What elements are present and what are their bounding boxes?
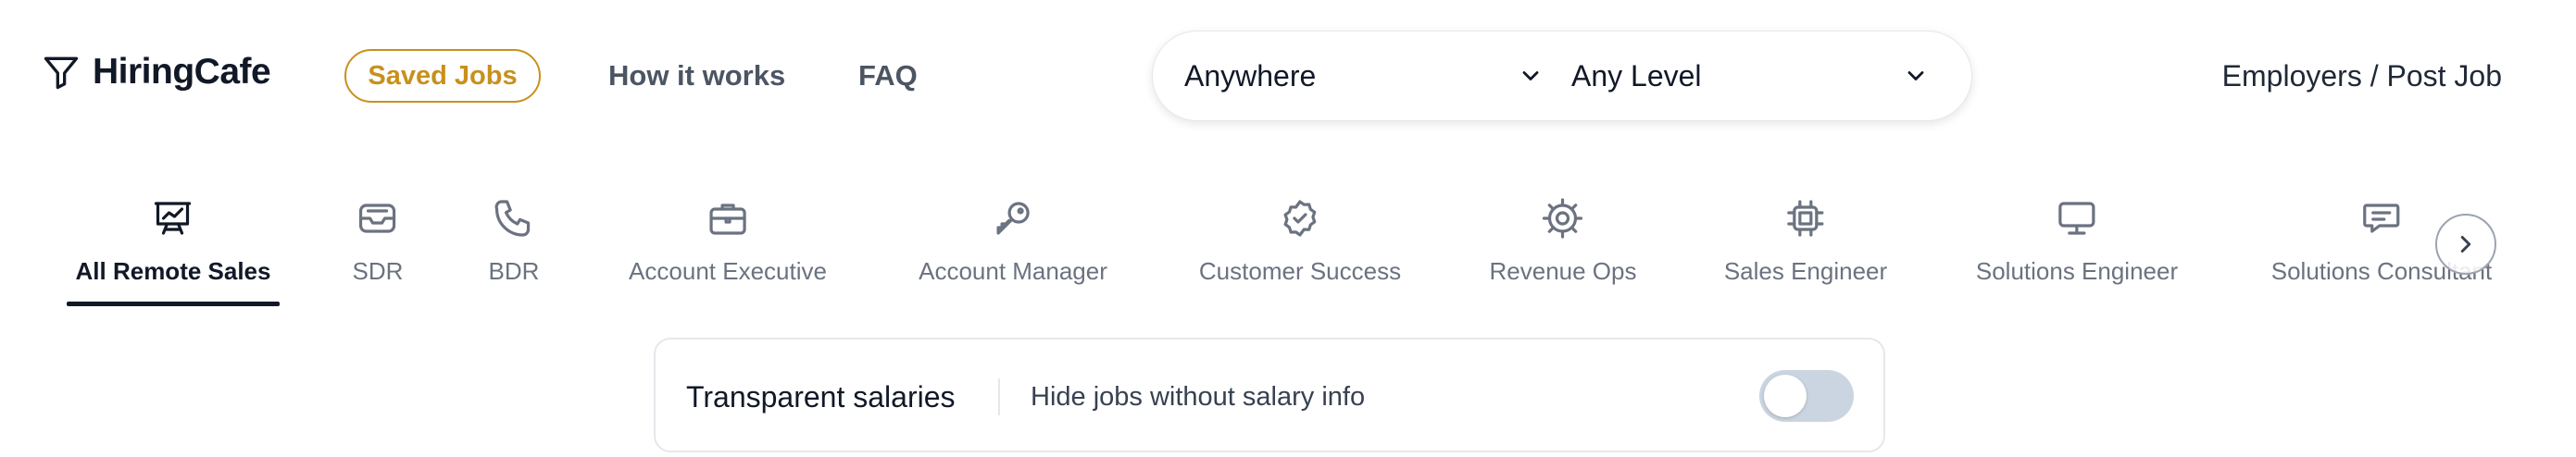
tab-sdr[interactable]: SDR bbox=[352, 196, 404, 316]
chevron-right-icon bbox=[2460, 236, 2471, 253]
tab-label: All Remote Sales bbox=[75, 257, 271, 285]
phone-icon bbox=[494, 200, 531, 237]
logo[interactable]: HiringCafe bbox=[41, 52, 271, 93]
search-box: Anywhere Any Level bbox=[1152, 31, 1972, 121]
divider bbox=[998, 378, 1000, 415]
chevron-down-icon bbox=[1907, 71, 1924, 80]
tab-label: BDR bbox=[488, 257, 540, 285]
level-select[interactable]: Any Level bbox=[1571, 31, 1942, 120]
badge-check-icon bbox=[1283, 200, 1317, 237]
monitor-icon bbox=[2058, 202, 2095, 235]
nav-faq[interactable]: FAQ bbox=[858, 59, 918, 93]
tab-label: Sales Engineer bbox=[1723, 257, 1888, 285]
salary-filter-bar: Transparent salaries Hide jobs without s… bbox=[654, 338, 1885, 452]
cog-icon bbox=[1543, 198, 1583, 239]
presentation-chart-icon bbox=[155, 202, 192, 235]
logo-text: HiringCafe bbox=[93, 52, 271, 92]
tab-account-executive[interactable]: Account Executive bbox=[629, 196, 827, 316]
tab-sales-engineer[interactable]: Sales Engineer bbox=[1724, 196, 1887, 316]
tab-label: Revenue Ops bbox=[1489, 257, 1637, 285]
salary-filter-description: Hide jobs without salary info bbox=[1031, 382, 1366, 412]
tab-account-manager[interactable]: Account Manager bbox=[919, 196, 1107, 316]
tab-label: Solutions Engineer bbox=[1975, 257, 2179, 285]
location-select[interactable]: Anywhere bbox=[1184, 31, 1555, 120]
salary-filter-title: Transparent salaries bbox=[686, 380, 956, 414]
inbox-icon bbox=[359, 204, 396, 233]
funnel-icon bbox=[44, 56, 79, 90]
employers-post-job-link[interactable]: Employers / Post Job bbox=[2222, 59, 2502, 93]
tab-label: Customer Success bbox=[1198, 257, 1402, 285]
chip-icon bbox=[1787, 200, 1824, 237]
location-select-value: Anywhere bbox=[1184, 58, 1317, 93]
nav-how-it-works[interactable]: How it works bbox=[608, 59, 785, 93]
toggle-knob bbox=[1764, 375, 1807, 417]
tab-solutions-engineer[interactable]: Solutions Engineer bbox=[1976, 196, 2178, 316]
tab-all-remote-sales[interactable]: All Remote Sales bbox=[75, 196, 271, 316]
tab-bdr[interactable]: BDR bbox=[488, 196, 540, 316]
briefcase-icon bbox=[709, 204, 746, 235]
saved-jobs-button[interactable]: Saved Jobs bbox=[344, 49, 541, 103]
tab-revenue-ops[interactable]: Revenue Ops bbox=[1489, 196, 1637, 316]
level-select-value: Any Level bbox=[1571, 58, 1702, 93]
active-tab-underline bbox=[67, 302, 280, 306]
tab-customer-success[interactable]: Customer Success bbox=[1199, 196, 1401, 316]
tab-label: SDR bbox=[352, 257, 404, 285]
tab-label: Account Manager bbox=[919, 257, 1107, 285]
chevron-down-icon bbox=[1522, 71, 1539, 80]
scroll-next-button[interactable] bbox=[2435, 214, 2496, 275]
key-icon bbox=[996, 202, 1030, 235]
tab-label: Account Executive bbox=[629, 257, 827, 285]
chat-icon bbox=[2363, 204, 2400, 233]
hide-no-salary-toggle[interactable] bbox=[1759, 370, 1854, 422]
